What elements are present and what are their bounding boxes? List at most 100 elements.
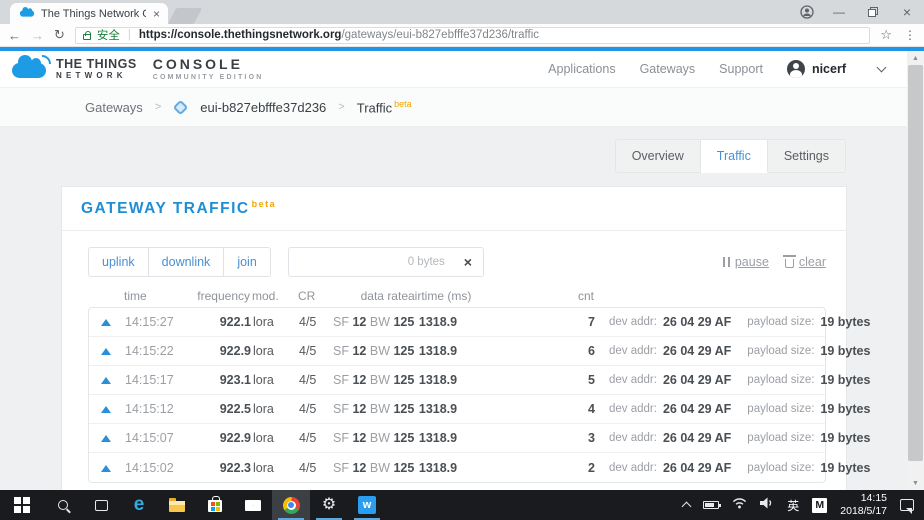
volume-icon[interactable] bbox=[760, 496, 774, 514]
store-icon bbox=[208, 496, 222, 512]
card-header: GATEWAY TRAFFIC beta bbox=[62, 187, 846, 231]
table-row[interactable]: 14:15:27 922.1 lora 4/5 SF 12 BW 125 131… bbox=[89, 308, 870, 337]
wifi-icon[interactable] bbox=[732, 496, 747, 514]
tray-chevron-up-icon[interactable] bbox=[681, 501, 692, 512]
task-view-button[interactable] bbox=[82, 490, 120, 520]
table-row[interactable]: 14:15:22 922.9 lora 4/5 SF 12 BW 125 131… bbox=[89, 337, 870, 366]
url-bar[interactable]: 安全 | https://console.thethingsnetwork.or… bbox=[74, 26, 871, 44]
gateway-tabs: Overview Traffic Settings bbox=[62, 139, 846, 173]
payload-size-value: 19 bytes bbox=[820, 431, 871, 445]
task-view-icon bbox=[94, 499, 108, 511]
tab-traffic[interactable]: Traffic bbox=[700, 139, 768, 173]
user-menu[interactable]: nicerf bbox=[786, 60, 846, 78]
dev-addr-label: dev addr: bbox=[609, 316, 657, 328]
ime-language-indicator[interactable]: 英 bbox=[787, 497, 799, 514]
ttn-logo-icon[interactable] bbox=[12, 54, 51, 78]
cell-time: 14:15:02 bbox=[125, 460, 174, 475]
payload-size-label: payload size: bbox=[747, 432, 815, 444]
notification-icon[interactable] bbox=[900, 499, 914, 514]
payload-size-value: 19 bytes bbox=[820, 460, 871, 475]
folder-icon bbox=[169, 498, 185, 512]
breadcrumb-gateways[interactable]: Gateways bbox=[85, 100, 143, 115]
new-tab-button[interactable] bbox=[167, 8, 203, 24]
table-row[interactable]: 14:15:07 922.9 lora 4/5 SF 12 BW 125 131… bbox=[89, 424, 870, 453]
url-separator: | bbox=[127, 29, 131, 41]
avatar bbox=[786, 60, 805, 78]
start-button[interactable] bbox=[0, 490, 44, 520]
tab-settings[interactable]: Settings bbox=[767, 139, 846, 173]
filter-join-button[interactable]: join bbox=[224, 247, 271, 277]
scroll-up-icon[interactable]: ▲ bbox=[907, 51, 924, 65]
col-frequency: frequency bbox=[197, 289, 250, 303]
clear-filter-icon[interactable]: × bbox=[453, 248, 483, 276]
w-app-button[interactable]: ᴡ bbox=[348, 490, 386, 520]
ime-mode-indicator[interactable]: M bbox=[812, 497, 828, 513]
taskbar-clock[interactable]: 14:15 2018/5/17 bbox=[840, 492, 887, 518]
page-title: GATEWAY TRAFFIC beta bbox=[81, 198, 277, 218]
edge-button[interactable]: e bbox=[120, 490, 158, 520]
cell-airtime: 1318.9 bbox=[418, 315, 458, 329]
ttn-brand[interactable]: THE THINGS NETWORK bbox=[56, 58, 137, 81]
minimize-button[interactable]: — bbox=[822, 0, 856, 24]
clear-button[interactable]: clear bbox=[782, 255, 826, 269]
mail-button[interactable] bbox=[234, 490, 272, 520]
uplink-icon bbox=[101, 377, 111, 384]
refresh-icon[interactable]: ↻ bbox=[54, 27, 65, 43]
table-row[interactable]: 14:15:17 923.1 lora 4/5 SF 12 BW 125 131… bbox=[89, 366, 870, 395]
table-row[interactable]: 14:15:02 922.3 lora 4/5 SF 12 BW 125 131… bbox=[89, 453, 870, 482]
col-airtime: airtime (ms) bbox=[408, 289, 472, 303]
cell-time: 14:15:12 bbox=[125, 402, 174, 416]
cell-frequency: 922.9 bbox=[219, 431, 251, 445]
taskbar-search-button[interactable] bbox=[44, 490, 82, 520]
cell-mod: lora bbox=[253, 373, 274, 387]
chrome-button[interactable] bbox=[272, 490, 310, 520]
tab-overview[interactable]: Overview bbox=[614, 139, 701, 173]
cell-data-rate: SF 12 BW 125 bbox=[333, 344, 415, 358]
chevron-down-icon[interactable] bbox=[876, 62, 887, 73]
battery-icon[interactable] bbox=[703, 501, 722, 509]
browser-tab[interactable]: The Things Network Co × bbox=[10, 3, 168, 24]
filter-group: uplink downlink join bbox=[88, 247, 271, 277]
store-button[interactable] bbox=[196, 490, 234, 520]
browser-profile-icon[interactable] bbox=[792, 0, 822, 24]
page-scrollbar[interactable]: ▲ ▼ bbox=[907, 51, 924, 490]
settings-button[interactable]: ⚙ bbox=[310, 490, 348, 520]
restore-button[interactable] bbox=[856, 0, 890, 24]
cell-cr: 4/5 bbox=[299, 460, 317, 475]
dev-addr-value: 26 04 29 AF bbox=[662, 373, 732, 387]
nav-applications[interactable]: Applications bbox=[548, 62, 615, 76]
filter-downlink-button[interactable]: downlink bbox=[148, 247, 225, 277]
bytes-input[interactable] bbox=[288, 248, 453, 276]
table-row[interactable]: 14:15:12 922.5 lora 4/5 SF 12 BW 125 131… bbox=[89, 395, 870, 424]
scroll-down-icon[interactable]: ▼ bbox=[907, 476, 924, 490]
cell-airtime: 1318.9 bbox=[418, 373, 458, 387]
browser-menu-icon[interactable]: ⋮ bbox=[904, 28, 916, 42]
main-content: Overview Traffic Settings GATEWAY TRAFFI… bbox=[0, 127, 907, 490]
filter-uplink-button[interactable]: uplink bbox=[88, 247, 149, 277]
beta-badge: beta bbox=[251, 198, 277, 209]
col-cr: CR bbox=[298, 289, 316, 303]
nav-support[interactable]: Support bbox=[719, 62, 763, 76]
site-header: THE THINGS NETWORK CONSOLE COMMUNITY EDI… bbox=[0, 51, 907, 87]
close-button[interactable]: × bbox=[890, 0, 924, 24]
cell-airtime: 1318.9 bbox=[418, 431, 458, 445]
cell-time: 14:15:07 bbox=[125, 431, 174, 445]
cell-cnt: 6 bbox=[588, 344, 595, 358]
breadcrumb-gateway-id[interactable]: eui-b827ebfffe37d236 bbox=[200, 100, 326, 115]
pause-button[interactable]: pause bbox=[722, 255, 769, 269]
scrollbar-thumb[interactable] bbox=[908, 65, 923, 461]
pause-icon bbox=[722, 257, 730, 267]
cell-airtime: 1318.9 bbox=[418, 402, 458, 416]
nav-gateways[interactable]: Gateways bbox=[640, 62, 696, 76]
payload-size-label: payload size: bbox=[747, 316, 815, 328]
forward-icon[interactable]: → bbox=[31, 28, 44, 43]
cell-mod: lora bbox=[253, 344, 274, 358]
back-icon[interactable]: ← bbox=[8, 28, 21, 43]
tab-close-icon[interactable]: × bbox=[151, 7, 162, 21]
ttn-favicon-icon bbox=[19, 6, 35, 17]
cell-data-rate: SF 12 BW 125 bbox=[333, 373, 415, 387]
dev-addr-value: 26 04 29 AF bbox=[662, 431, 732, 445]
bookmark-star-icon[interactable]: ☆ bbox=[880, 27, 892, 43]
file-explorer-button[interactable] bbox=[158, 490, 196, 520]
col-cnt: cnt bbox=[577, 289, 594, 303]
